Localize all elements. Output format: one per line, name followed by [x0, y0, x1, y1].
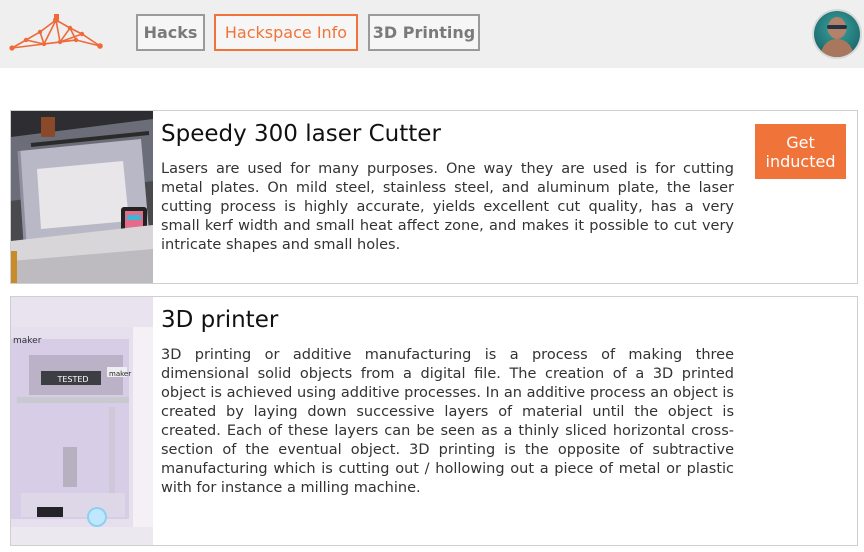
3d-printer-image: TESTED maker maker — [11, 297, 153, 545]
equipment-title: 3D printer — [161, 307, 279, 333]
tab-hackspace-info[interactable]: Hackspace Info — [214, 14, 358, 51]
equipment-description: 3D printing or additive manufacturing is… — [161, 347, 734, 496]
avatar-photo-icon — [820, 17, 854, 57]
tab-3d-printing-label: 3D Printing — [372, 23, 476, 42]
hackspace-logo-icon[interactable] — [8, 12, 106, 54]
printer-brand-label: maker — [13, 336, 42, 346]
equipment-card-laser-cutter: Speedy 300 laser Cutter Lasers are used … — [10, 110, 858, 284]
tab-hacks-label: Hacks — [143, 23, 198, 42]
equipment-card-3d-printer: TESTED maker maker 3D printer 3D printin… — [10, 296, 858, 546]
user-avatar[interactable] — [814, 11, 860, 57]
equipment-description: Lasers are used for many purposes. One w… — [161, 161, 734, 253]
tab-hacks[interactable]: Hacks — [136, 14, 205, 51]
printer-test-label: TESTED — [56, 375, 88, 384]
printer-brand-label-right: maker — [109, 370, 131, 378]
top-nav-bar: Hacks Hackspace Info 3D Printing — [0, 0, 864, 68]
tab-hackspace-info-label: Hackspace Info — [224, 23, 348, 42]
get-inducted-button[interactable]: Get inducted — [755, 124, 846, 179]
equipment-title: Speedy 300 laser Cutter — [161, 121, 441, 147]
get-inducted-label: Get inducted — [765, 132, 836, 171]
tab-3d-printing[interactable]: 3D Printing — [368, 14, 480, 51]
laser-cutter-image — [11, 111, 153, 283]
